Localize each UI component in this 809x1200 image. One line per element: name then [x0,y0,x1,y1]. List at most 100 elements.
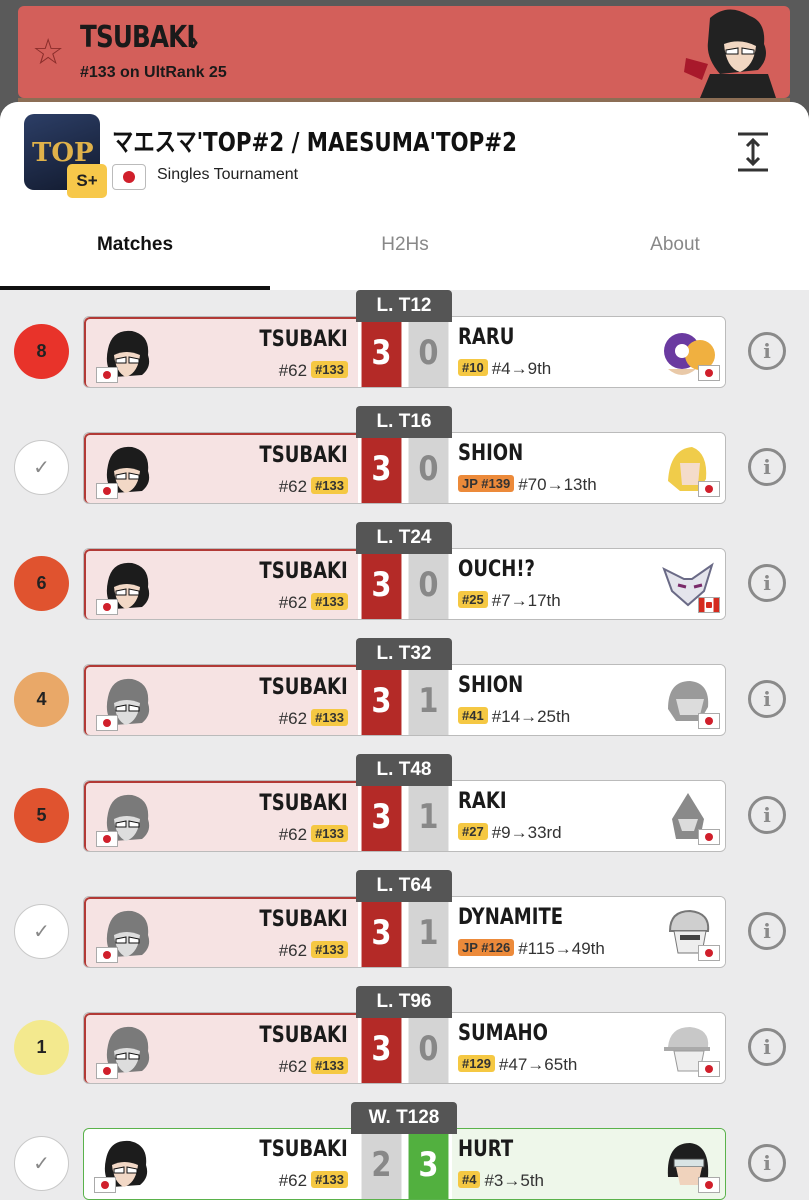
player2-name: RARU [458,325,515,350]
match-card[interactable]: TSUBAKI #62 #133 3 0 OUCH!? #25 #7→17th [83,548,726,620]
player1-score: 3 [361,781,402,851]
info-icon[interactable]: i [748,1028,786,1066]
info-icon[interactable]: i [748,796,786,834]
tab-h2hs[interactable]: H2Hs [270,222,540,290]
rank-badge: #129 [458,1055,495,1072]
chevron-right-icon: › [190,26,199,56]
player2-panel: RARU #10 #4→9th [452,317,725,387]
player-name: TSUBAKI [80,20,196,55]
player1-panel: TSUBAKI #62 #133 [84,897,358,967]
player2-rank: #4 #3→5th [458,1171,544,1191]
placement-circle: 1 [14,1020,69,1075]
player1-score: 3 [361,433,402,503]
rank-badge: JP #126 [458,939,515,956]
player2-name: SHION [458,441,524,466]
round-label: L. T96 [356,986,452,1018]
player2-name: SHION [458,673,524,698]
match-row[interactable]: 8 TSUBAKI #62 #133 3 0 RARU #10 #4→9th L. T12 i [0,290,809,406]
player1-rank: #62 #133 [279,1057,348,1077]
placement-circle: 8 [14,324,69,379]
opponent-portrait-icon [660,1021,720,1079]
japan-flag-icon [96,599,118,615]
player2-score: 0 [408,317,449,387]
player2-panel: SUMAHO #129 #47→65th [452,1013,725,1083]
opponent-portrait-icon [660,673,720,731]
player2-panel: RAKI #27 #9→33rd [452,781,725,851]
match-row[interactable]: 6 TSUBAKI #62 #133 3 0 OUCH!? #25 #7→17th L. T24 i [0,522,809,638]
rank-badge: #41 [458,707,488,724]
player2-rank: #41 #14→25th [458,707,570,727]
match-card[interactable]: TSUBAKI #62 #133 3 1 DYNAMITE JP #126 #115→49th [83,896,726,968]
expand-vertical-icon[interactable] [736,132,770,172]
player-rank: #133 on UltRank 25 [80,64,227,81]
player2-panel: DYNAMITE JP #126 #115→49th [452,897,725,967]
rank-badge: #133 [311,361,348,378]
player1-name: TSUBAKI [259,1023,348,1048]
japan-flag-icon [698,1061,720,1077]
player2-score: 1 [408,897,449,967]
round-label: L. T12 [356,290,452,322]
match-card[interactable]: TSUBAKI #62 #133 3 0 RARU #10 #4→9th [83,316,726,388]
player2-score: 0 [408,1013,449,1083]
canada-flag-icon [698,597,720,613]
match-card[interactable]: TSUBAKI #62 #133 2 3 HURT #4 #3→5th [83,1128,726,1200]
match-card[interactable]: TSUBAKI #62 #133 3 1 SHION #41 #14→25th [83,664,726,736]
japan-flag-icon [698,1177,720,1193]
match-card[interactable]: TSUBAKI #62 #133 3 1 RAKI #27 #9→33rd [83,780,726,852]
info-icon[interactable]: i [748,680,786,718]
player2-score: 1 [408,665,449,735]
joker-portrait-icon [96,1023,154,1081]
round-label: L. T64 [356,870,452,902]
info-icon[interactable]: i [748,332,786,370]
rank-badge: #133 [311,709,348,726]
match-row[interactable]: ✓ TSUBAKI #62 #133 2 3 HURT #4 #3→5th W. T128 i [0,1102,809,1200]
tab-bar: Matches H2Hs About [0,222,809,290]
checkmark-icon: ✓ [14,440,69,495]
player1-name: TSUBAKI [259,327,348,352]
info-icon[interactable]: i [748,912,786,950]
player1-score: 3 [361,1013,402,1083]
player-banner[interactable]: ☆ TSUBAKI › #133 on UltRank 25 [18,6,790,98]
star-icon[interactable]: ☆ [32,34,68,70]
player2-panel: HURT #4 #3→5th [452,1129,725,1199]
player2-score: 0 [408,549,449,619]
match-row[interactable]: 1 TSUBAKI #62 #133 3 0 SUMAHO #129 #47→65th L. T9… [0,986,809,1102]
japan-flag-icon [96,483,118,499]
round-label: L. T16 [356,406,452,438]
rank-badge: #133 [311,941,348,958]
rank-badge: #133 [311,1171,348,1188]
japan-flag-icon [96,367,118,383]
info-icon[interactable]: i [748,448,786,486]
player2-rank: JP #126 #115→49th [458,939,605,959]
match-row[interactable]: 4 TSUBAKI #62 #133 3 1 SHION #41 #14→25th L. T32 i [0,638,809,754]
joker-portrait-icon [96,907,154,965]
info-icon[interactable]: i [748,564,786,602]
japan-flag-icon [698,365,720,381]
rank-badge: #4 [458,1171,481,1188]
rank-badge: #25 [458,591,488,608]
rank-badge: #10 [458,359,488,376]
opponent-portrait-icon [660,325,720,383]
opponent-portrait-icon [660,557,720,615]
player2-rank: #25 #7→17th [458,591,561,611]
joker-portrait-icon [96,791,154,849]
player2-rank: #129 #47→65th [458,1055,577,1075]
player2-rank: #27 #9→33rd [458,823,562,843]
match-row[interactable]: ✓ TSUBAKI #62 #133 3 0 SHION JP #139 #70→13th L. … [0,406,809,522]
rank-badge: #133 [311,1057,348,1074]
tab-about[interactable]: About [540,222,809,290]
player1-panel: TSUBAKI #62 #133 [84,317,358,387]
rank-badge: #133 [311,477,348,494]
match-row[interactable]: ✓ TSUBAKI #62 #133 3 1 DYNAMITE JP #126 #115→49t… [0,870,809,986]
info-icon[interactable]: i [748,1144,786,1182]
japan-flag-icon [96,947,118,963]
match-row[interactable]: 5 TSUBAKI #62 #133 3 1 RAKI #27 #9→33rd L. T48 i [0,754,809,870]
japan-flag-icon [698,945,720,961]
japan-flag-icon [96,1063,118,1079]
player1-score: 3 [361,897,402,967]
tab-matches[interactable]: Matches [0,222,270,290]
player2-name: SUMAHO [458,1021,548,1046]
match-card[interactable]: TSUBAKI #62 #133 3 0 SUMAHO #129 #47→65th [83,1012,726,1084]
player2-panel: OUCH!? #25 #7→17th [452,549,725,619]
match-card[interactable]: TSUBAKI #62 #133 3 0 SHION JP #139 #70→13th [83,432,726,504]
